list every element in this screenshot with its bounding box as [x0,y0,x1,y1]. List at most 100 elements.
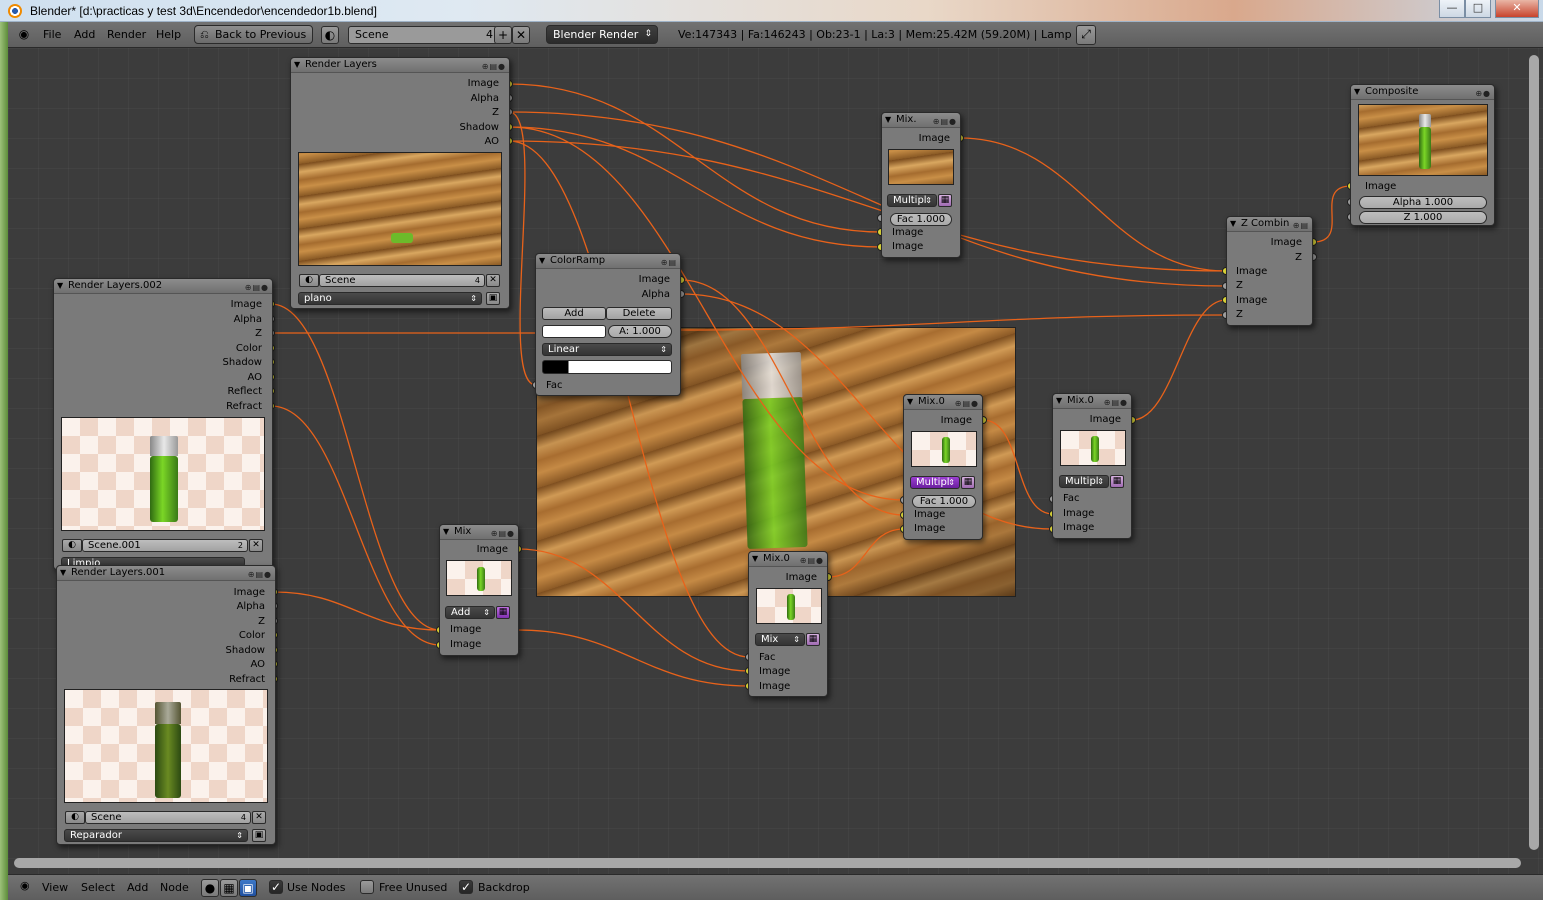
use-alpha-icon[interactable]: ▦ [496,606,510,619]
render-layer-select[interactable]: plano ⇕ [298,292,482,305]
node-header[interactable]: Mix. ⊕▤● [882,113,960,128]
alpha-field[interactable]: Alpha 1.000 [1359,196,1487,209]
node-header-icons[interactable]: ⊕▤● [933,115,957,129]
node-colorramp[interactable]: ColorRamp ⊕▤ Image Alpha Add Delete A: 1.… [535,253,681,396]
node-header-icons[interactable]: ⊕● [1475,87,1491,101]
node-z-combine[interactable]: Z Combin⊕▤ Image Z Image Z Image Z [1226,216,1313,326]
editor-type-icon[interactable]: ◉ [20,879,30,892]
unlink-scene-icon[interactable]: ✕ [252,811,266,824]
colorramp-delete-button[interactable]: Delete [606,307,672,320]
node-render-layers[interactable]: Render Layers ⊕▤● Image Alpha Z Shadow AO… [290,57,510,309]
node-header[interactable]: Composite ⊕● [1351,85,1494,100]
node-render-layers-001[interactable]: Render Layers.001 ⊕▤● Image Alpha Z Color… [56,565,276,845]
socket-z: Z [492,107,499,118]
vertical-scrollbar[interactable] [1529,55,1539,850]
texture-nodes-icon[interactable]: ▦ [220,879,238,897]
node-render-layers-002[interactable]: Render Layers.002 ⊕▤● Image Alpha Z Color… [53,278,273,570]
menu-node[interactable]: Node [160,881,189,894]
node-composite[interactable]: Composite ⊕● Image Alpha 1.000 Z 1.000 [1350,84,1495,226]
blend-mode-select[interactable]: Mix ⇕ [755,633,805,646]
blend-mode-select[interactable]: Add ⇕ [445,606,495,619]
compositing-nodes-icon[interactable]: ▣ [239,879,257,897]
free-unused-checkbox[interactable] [360,880,374,894]
menu-select[interactable]: Select [81,881,115,894]
use-alpha-icon[interactable]: ▦ [938,194,952,207]
colorramp-color-swatch[interactable] [542,325,606,338]
node-header[interactable]: ColorRamp ⊕▤ [536,254,680,269]
scene-field[interactable]: Scene 4 [85,811,251,824]
node-header[interactable]: Render Layers.001 ⊕▤● [57,566,275,581]
menu-add[interactable]: Add [127,881,148,894]
node-mix0-center[interactable]: Mix.0 ⊕▤● Image Multipl⇕ ▦ Fac 1.000 Imag… [903,394,983,540]
minimize-button[interactable]: — [1439,0,1465,18]
node-header[interactable]: Mix.0 ⊕▤● [904,395,982,410]
scene-name-field[interactable]: Scene 4 [348,26,498,44]
node-header-icons[interactable]: ⊕▤ [661,256,677,270]
horizontal-scrollbar[interactable] [14,858,1521,868]
backdrop-checkbox[interactable]: ✓ [459,880,473,894]
node-header-icons[interactable]: ⊕▤ [1293,219,1309,233]
node-mix0-bottom[interactable]: Mix.0 ⊕▤● Image Mix ⇕ ▦ Fac Image Image [748,551,828,697]
colorramp-alpha-field[interactable]: A: 1.000 [608,325,672,338]
select-arrows-icon: ⇕ [236,831,243,840]
menu-view[interactable]: View [42,881,68,894]
socket-image-in-1: Image [914,509,946,520]
editor-type-icon[interactable]: ◉ [16,26,32,44]
blend-mode-select[interactable]: Multipl ⇕ [1059,475,1109,488]
node-header-icons[interactable]: ⊕▤● [245,281,269,295]
add-scene-button[interactable]: + [494,26,512,44]
scene-browse-icon[interactable]: ◐ [299,274,319,287]
render-layer-select[interactable]: Reparador ⇕ [64,829,248,842]
use-nodes-checkbox[interactable]: ✓ [269,880,283,894]
menu-help[interactable]: Help [156,28,181,41]
node-header-icons[interactable]: ⊕▤● [955,397,979,411]
node-header-icons[interactable]: ⊕▤● [482,60,506,74]
close-window-button[interactable]: ✕ [1495,0,1539,18]
scene-browse-icon[interactable]: ◐ [65,811,85,824]
socket-fac: Fac [546,380,563,391]
remove-scene-button[interactable]: ✕ [512,26,530,44]
node-header[interactable]: Render Layers ⊕▤● [291,58,509,73]
scene-browse-icon[interactable]: ◐ [321,26,339,44]
use-alpha-icon[interactable]: ▦ [1110,475,1124,488]
node-header-icons[interactable]: ⊕▤● [1104,396,1128,410]
node-mix-add[interactable]: Mix ⊕▤● Image Add ⇕ ▦ Image Image [439,524,519,656]
node-header-icons[interactable]: ⊕▤● [491,527,515,541]
render-icon[interactable]: ▣ [252,829,266,842]
node-header-icons[interactable]: ⊕▤● [248,568,272,582]
node-header-icons[interactable]: ⊕▤● [800,554,824,568]
node-header[interactable]: Mix.0 ⊕▤● [749,552,827,567]
colorramp-add-button[interactable]: Add [542,307,606,320]
menu-render[interactable]: Render [107,28,146,41]
z-field[interactable]: Z 1.000 [1359,211,1487,224]
maximize-button[interactable]: □ [1465,0,1491,18]
node-mix0-right[interactable]: Mix.0 ⊕▤● Image Multipl⇕ ▦ Fac Image Imag… [1052,393,1132,539]
use-alpha-icon[interactable]: ▦ [806,633,820,646]
fac-field[interactable]: Fac 1.000 [912,495,976,508]
blend-mode-select[interactable]: Multipl ⇕ [910,476,960,489]
menu-add[interactable]: Add [74,28,95,41]
socket-reflect: Reflect [227,386,262,397]
colorramp-interpolation-select[interactable]: Linear ⇕ [542,343,672,356]
use-alpha-icon[interactable]: ▦ [961,476,975,489]
scene-browse-icon[interactable]: ◐ [62,539,82,552]
scene-field[interactable]: Scene.001 2 [82,539,248,552]
fac-field[interactable]: Fac 1.000 [890,213,952,226]
node-header[interactable]: Mix.0 ⊕▤● [1053,394,1131,409]
node-mix-top[interactable]: Mix. ⊕▤● Image Multipl⇕ ▦ Fac 1.000 Image… [881,112,961,258]
render-engine-select[interactable]: Blender Render ⇕ [546,25,658,44]
menu-file[interactable]: File [43,28,61,41]
unlink-scene-icon[interactable]: ✕ [249,539,263,552]
blend-mode-select[interactable]: Multipl ⇕ [887,194,937,207]
render-preview [64,689,268,803]
back-to-previous-button[interactable]: ⎌ Back to Previous [194,25,314,44]
node-header[interactable]: Mix ⊕▤● [440,525,518,540]
node-header[interactable]: Z Combin⊕▤ [1227,217,1312,232]
node-header[interactable]: Render Layers.002 ⊕▤● [54,279,272,294]
colorramp-gradient-bar[interactable] [542,360,672,374]
unlink-scene-icon[interactable]: ✕ [486,274,500,287]
shader-nodes-icon[interactable]: ● [201,879,219,897]
scene-field[interactable]: Scene 4 [319,274,485,287]
fullscreen-icon[interactable]: ⤢ [1076,25,1096,45]
render-icon[interactable]: ▣ [486,292,500,305]
